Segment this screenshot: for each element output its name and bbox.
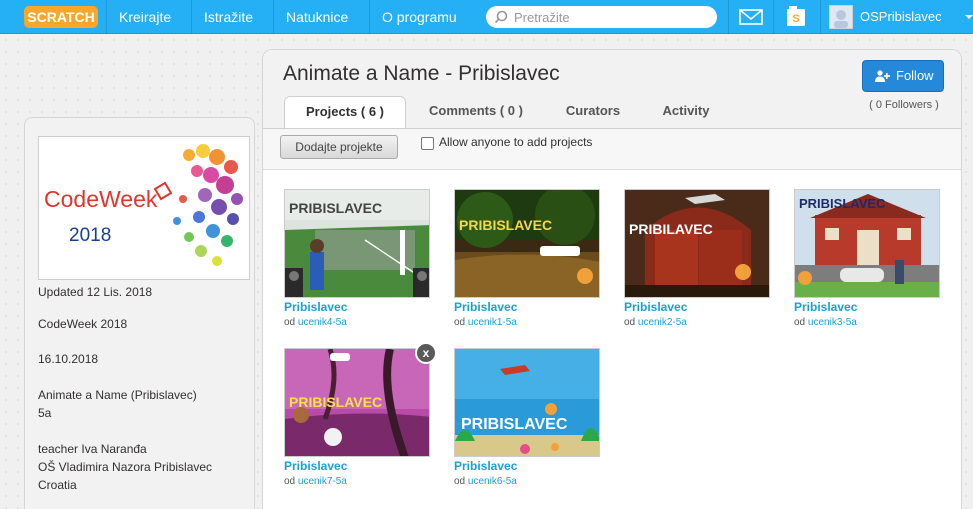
studio-header: Animate a Name - Pribislavec Follow ( 0 … [263, 50, 961, 128]
messages-button[interactable] [728, 0, 772, 34]
project-thumbnail[interactable]: PRIBISLAVEC [284, 348, 430, 457]
add-user-icon [875, 70, 890, 82]
author-link[interactable]: ucenik1-5a [468, 317, 517, 328]
project-author: od ucenik7-5a [284, 476, 347, 487]
project-title[interactable]: Pribislavec [284, 300, 347, 314]
search-box[interactable] [486, 6, 717, 28]
allow-anyone-checkbox[interactable] [421, 137, 434, 150]
author-link[interactable]: ucenik6-5a [468, 476, 517, 487]
project-author: od ucenik3-5a [794, 317, 857, 328]
studio-thumbnail: CodeWeek 2018 [38, 136, 250, 280]
search-input[interactable] [514, 9, 704, 25]
svg-text:S: S [792, 13, 799, 25]
follow-button[interactable]: Follow [862, 60, 944, 92]
project-card[interactable]: PRIBISLAVEC Pribislavec od ucenik4-5a [284, 189, 432, 339]
project-image: PRIBISLAVEC [455, 349, 599, 456]
tab-activity[interactable]: Activity [646, 96, 726, 128]
my-stuff-button[interactable]: S [773, 0, 817, 34]
top-navigation-bar: SCRATCH Kreirajte Istražite Natuknice O … [0, 0, 973, 34]
updated-date: Updated 12 Lis. 2018 [38, 285, 153, 299]
project-title[interactable]: Pribislavec [624, 300, 687, 314]
tab-curators[interactable]: Curators [548, 96, 638, 128]
svg-text:PRIBISLAVEC: PRIBISLAVEC [289, 394, 382, 410]
author-link[interactable]: ucenik7-5a [298, 476, 347, 487]
project-title[interactable]: Pribislavec [284, 459, 347, 473]
chevron-down-icon [965, 15, 973, 19]
studio-main-panel: Animate a Name - Pribislavec Follow ( 0 … [262, 49, 962, 509]
scratch-logo[interactable]: SCRATCH [24, 6, 98, 28]
svg-text:PRIBISLAVEC: PRIBISLAVEC [799, 196, 886, 211]
page-title: Animate a Name - Pribislavec [283, 62, 560, 85]
project-title[interactable]: Pribislavec [454, 459, 517, 473]
avatar [829, 5, 853, 29]
nav-explore[interactable]: Istražite [191, 0, 265, 34]
project-image: PRIBISLAVEC [285, 190, 429, 297]
allow-anyone-label: Allow anyone to add projects [439, 135, 593, 149]
tab-projects[interactable]: Projects ( 6 ) [284, 96, 406, 128]
author-link[interactable]: ucenik4-5a [298, 317, 347, 328]
svg-text:PRIBILAVEC: PRIBILAVEC [629, 221, 713, 237]
svg-text:2018: 2018 [69, 225, 111, 246]
projects-toolbar: Dodajte projekte Allow anyone to add pro… [263, 128, 961, 170]
add-projects-button[interactable]: Dodajte projekte [280, 135, 398, 159]
user-menu[interactable]: OSPribislavec [820, 0, 973, 34]
folder-icon: S [787, 6, 805, 26]
follower-count: ( 0 Followers ) [869, 99, 939, 111]
project-card[interactable]: PRIBISLAVEC x Pribislavec od ucenik7-5a [284, 342, 437, 498]
nav-create[interactable]: Kreirajte [106, 0, 183, 34]
project-card[interactable]: PRIBILAVEC Pribislavec od ucenik2-5a [624, 189, 772, 339]
description-line: Croatia [38, 478, 77, 492]
svg-text:PRIBISLAVEC: PRIBISLAVEC [289, 200, 382, 216]
codeweek-logo-image: CodeWeek 2018 [39, 137, 249, 279]
project-author: od ucenik4-5a [284, 317, 347, 328]
project-author: od ucenik1-5a [454, 317, 517, 328]
project-title[interactable]: Pribislavec [454, 300, 517, 314]
project-card[interactable]: PRIBISLAVEC Pribislavec od ucenik6-5a [454, 348, 602, 498]
user-avatar-icon [830, 6, 852, 28]
project-author: od ucenik2-5a [624, 317, 687, 328]
description-line: CodeWeek 2018 [38, 317, 128, 331]
description-line: OŠ Vladimira Nazora Pribislavec [38, 460, 213, 474]
tab-comments[interactable]: Comments ( 0 ) [416, 96, 536, 128]
project-title[interactable]: Pribislavec [794, 300, 857, 314]
description-line: Animate a Name (Pribislavec) [38, 388, 197, 402]
project-thumbnail[interactable]: PRIBISLAVEC [454, 189, 600, 298]
svg-text:SCRATCH: SCRATCH [27, 9, 94, 25]
project-image: PRIBILAVEC [625, 190, 769, 297]
follow-label: Follow [896, 68, 934, 83]
svg-text:PRIBISLAVEC: PRIBISLAVEC [461, 416, 568, 433]
nav-tips[interactable]: Natuknice [273, 0, 360, 34]
nav-about[interactable]: O programu [369, 0, 469, 34]
remove-project-button[interactable]: x [415, 342, 437, 364]
author-link[interactable]: ucenik2-5a [638, 317, 687, 328]
author-link[interactable]: ucenik3-5a [808, 317, 857, 328]
project-image: PRIBISLAVEC [795, 190, 939, 297]
project-thumbnail[interactable]: PRIBISLAVEC [454, 348, 600, 457]
project-image: PRIBISLAVEC [285, 349, 429, 456]
description-line: 16.10.2018 [38, 352, 99, 366]
svg-text:CodeWeek: CodeWeek [44, 186, 158, 212]
search-icon [494, 10, 508, 24]
envelope-icon [739, 9, 763, 25]
description-line: teacher Iva Naranđa [38, 442, 147, 456]
project-author: od ucenik6-5a [454, 476, 517, 487]
description-line: 5a [38, 406, 52, 420]
project-card[interactable]: PRIBISLAVEC Pribislavec od ucenik3-5a [794, 189, 942, 339]
project-card[interactable]: PRIBISLAVEC Pribislavec od ucenik1-5a [454, 189, 602, 339]
username: OSPribislavec [860, 9, 942, 24]
svg-text:PRIBISLAVEC: PRIBISLAVEC [459, 217, 552, 233]
studio-info-panel: CodeWeek 2018 Updated 12 Lis. 2018 CodeW… [24, 117, 255, 509]
project-image: PRIBISLAVEC [455, 190, 599, 297]
project-thumbnail[interactable]: PRIBILAVEC [624, 189, 770, 298]
project-thumbnail[interactable]: PRIBISLAVEC [284, 189, 430, 298]
project-thumbnail[interactable]: PRIBISLAVEC [794, 189, 940, 298]
